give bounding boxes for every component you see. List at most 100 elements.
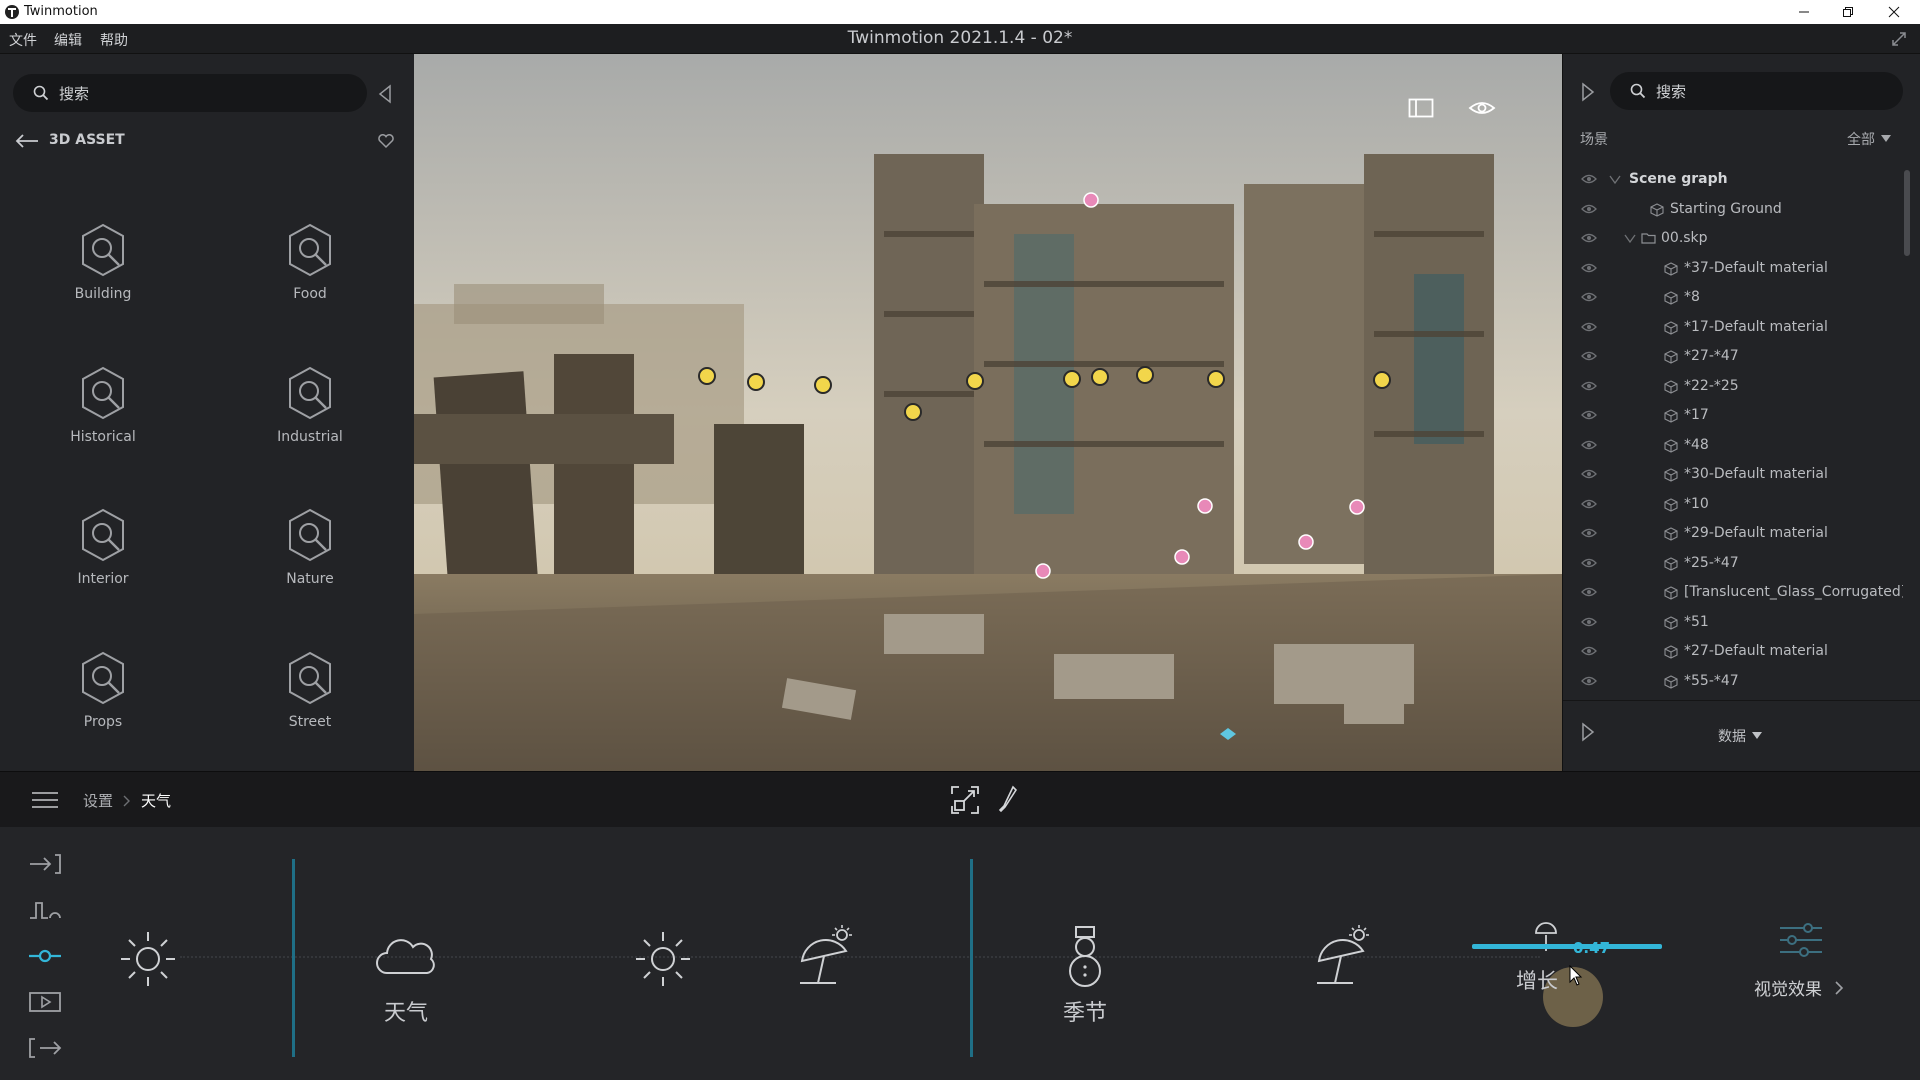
eye-visibility-icon[interactable] [1468, 98, 1496, 118]
frame-selection-icon[interactable] [950, 785, 980, 815]
scene-tree-label: *29-Default material [1684, 525, 1828, 541]
category-label: Food [293, 286, 327, 302]
mesh-object-icon [1650, 202, 1664, 217]
scene-tree-row[interactable]: *27-*47 [1563, 343, 1903, 372]
data-dropdown[interactable]: 数据 [1718, 726, 1762, 746]
scene-tree-row[interactable]: *55-*47 [1563, 668, 1903, 697]
expand-right-icon[interactable] [1581, 722, 1595, 742]
season-label[interactable]: 季节 [1005, 995, 1165, 1027]
visibility-eye-icon[interactable] [1581, 321, 1597, 333]
export-icon[interactable] [28, 1037, 62, 1059]
scene-tree-row[interactable]: *10 [1563, 491, 1903, 520]
hamburger-menu-icon[interactable] [31, 791, 59, 809]
breadcrumb-root[interactable]: 设置 [83, 790, 113, 811]
visibility-eye-icon[interactable] [1581, 498, 1597, 510]
scene-tree-label: *48 [1684, 436, 1709, 453]
sliders-adjust-icon[interactable] [1778, 922, 1824, 958]
close-button[interactable] [1872, 0, 1916, 24]
category-interior[interactable]: Interior [33, 507, 173, 617]
restore-button[interactable] [1826, 0, 1870, 24]
category-historical[interactable]: Historical [33, 365, 173, 475]
minimize-button[interactable] [1782, 0, 1826, 24]
scene-search[interactable]: 搜索 [1610, 72, 1903, 110]
favorite-heart-icon[interactable] [377, 133, 395, 149]
3d-viewport[interactable] [414, 54, 1562, 771]
context-icon[interactable] [28, 899, 62, 921]
mesh-object-icon [1664, 586, 1678, 600]
scene-filter-dropdown[interactable]: 全部 [1847, 129, 1891, 149]
scene-tree-row[interactable]: [Translucent_Glass_Corrugated] [1563, 579, 1903, 608]
scene-tree-row[interactable]: *51 [1563, 609, 1903, 638]
menu-help[interactable]: 帮助 [100, 30, 128, 50]
scene-tree-label: *22-*25 [1684, 377, 1739, 394]
scene-filter-label: 全部 [1847, 132, 1875, 148]
scene-tree-row[interactable]: *17 [1563, 402, 1903, 431]
beach-umbrella-icon[interactable] [1313, 925, 1375, 987]
media-icon[interactable] [28, 991, 62, 1013]
growth-label[interactable]: 增长 [1457, 965, 1617, 995]
category-industrial[interactable]: Industrial [240, 365, 380, 475]
scene-tree-row[interactable]: Starting Ground [1563, 196, 1903, 225]
tree-expand-chevron-icon[interactable] [1609, 175, 1621, 185]
sun-icon[interactable] [118, 929, 178, 989]
visibility-eye-icon[interactable] [1581, 232, 1597, 244]
visibility-eye-icon[interactable] [1581, 527, 1597, 539]
back-arrow-icon[interactable] [14, 133, 40, 149]
scene-tree-row[interactable]: *17-Default material [1563, 314, 1903, 343]
category-props[interactable]: Props [33, 650, 173, 760]
visibility-eye-icon[interactable] [1581, 262, 1597, 274]
scene-tree-row[interactable]: *30-Default material [1563, 461, 1903, 490]
library-search[interactable]: 搜索 [13, 74, 367, 112]
scene-tree-label: *30-Default material [1684, 466, 1828, 482]
category-street[interactable]: Street [240, 650, 380, 760]
scene-tree-row[interactable]: *27-Default material [1563, 638, 1903, 667]
visibility-eye-icon[interactable] [1581, 291, 1597, 303]
visibility-eye-icon[interactable] [1581, 409, 1597, 421]
visibility-eye-icon[interactable] [1581, 203, 1597, 215]
scene-tree-row[interactable]: *48 [1563, 432, 1903, 461]
visibility-eye-icon[interactable] [1581, 586, 1597, 598]
visibility-eye-icon[interactable] [1581, 173, 1597, 185]
menu-edit[interactable]: 编辑 [54, 30, 82, 50]
weather-label[interactable]: 天气 [326, 995, 486, 1027]
scene-tree-row[interactable]: *29-Default material [1563, 520, 1903, 549]
visibility-eye-icon[interactable] [1581, 380, 1597, 392]
visibility-eye-icon[interactable] [1581, 468, 1597, 480]
scene-tree-row[interactable]: 00.skp [1563, 225, 1903, 254]
mesh-object-icon [1664, 379, 1678, 394]
cloud-icon[interactable] [375, 935, 437, 977]
scene-tree-row[interactable]: *25-*47 [1563, 550, 1903, 579]
growth-slider[interactable] [1472, 944, 1662, 949]
fullscreen-icon[interactable] [1890, 30, 1908, 48]
scene-tree-row[interactable]: *8 [1563, 284, 1903, 313]
eyedropper-icon[interactable] [998, 785, 1018, 815]
visibility-eye-icon[interactable] [1581, 557, 1597, 569]
visibility-eye-icon[interactable] [1581, 439, 1597, 451]
asset-category-icon [82, 366, 124, 420]
category-building[interactable]: Building [33, 222, 173, 332]
scene-panel: 搜索 场景 全部 Scene graph Starting Ground 00.sk… [1562, 54, 1920, 771]
scene-scrollbar[interactable] [1904, 170, 1910, 256]
import-icon[interactable] [28, 853, 62, 875]
settings-active-icon[interactable] [28, 945, 62, 967]
expand-right-icon[interactable] [1581, 82, 1595, 102]
tree-expand-chevron-icon[interactable] [1624, 234, 1636, 244]
visibility-eye-icon[interactable] [1581, 616, 1597, 628]
sun-icon[interactable] [633, 929, 693, 989]
visibility-eye-icon[interactable] [1581, 645, 1597, 657]
snowman-icon[interactable] [1060, 925, 1110, 989]
scene-tree-row[interactable]: *37-Default material [1563, 255, 1903, 284]
ruined-building-scene [414, 54, 1562, 771]
beach-umbrella-icon[interactable] [796, 925, 858, 987]
category-food[interactable]: Food [240, 222, 380, 332]
menu-file[interactable]: 文件 [9, 30, 37, 50]
scene-tree-row[interactable]: Scene graph [1563, 166, 1903, 195]
category-nature[interactable]: Nature [240, 507, 380, 617]
visibility-eye-icon[interactable] [1581, 675, 1597, 687]
data-dropdown-label: 数据 [1718, 729, 1746, 745]
visibility-eye-icon[interactable] [1581, 350, 1597, 362]
panel-layout-icon[interactable] [1408, 98, 1434, 118]
visual-effects-button[interactable]: 视觉效果 [1754, 975, 1844, 1000]
scene-tree-row[interactable]: *22-*25 [1563, 373, 1903, 402]
collapse-left-icon[interactable] [378, 84, 392, 104]
